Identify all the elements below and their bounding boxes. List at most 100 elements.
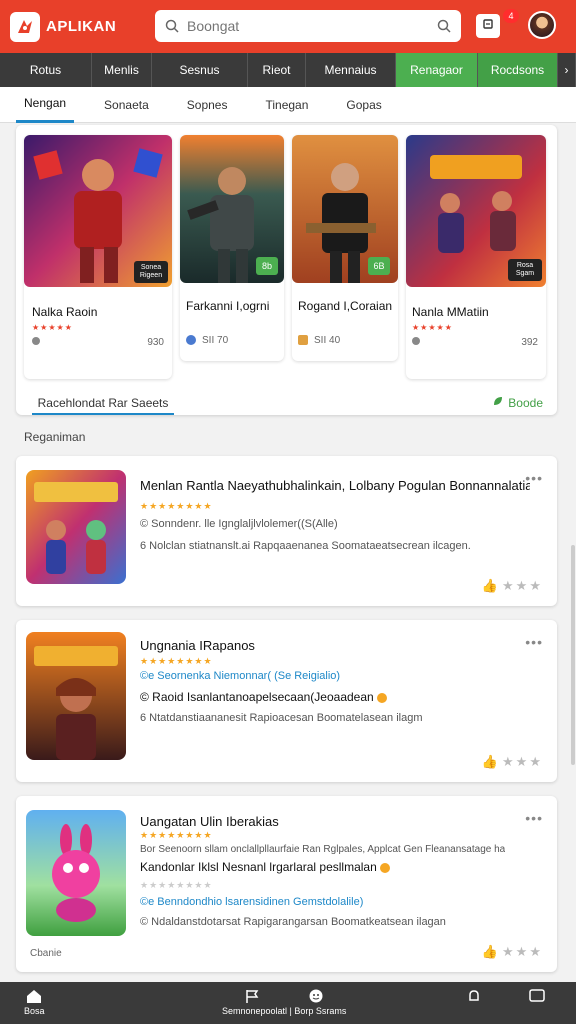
coin-icon [376, 692, 387, 703]
tab[interactable]: Sonaeta [96, 87, 157, 123]
user-avatar[interactable] [528, 11, 556, 39]
game-subtitle: Kandonlar Iklsl Nesnanl lrgarlaral pesll… [140, 860, 390, 874]
nav-center[interactable]: Semnonepoolatl | Borp Ssrams [222, 988, 346, 1016]
app-logo[interactable]: APLIKAN [10, 11, 150, 42]
game-thumbnail [26, 810, 126, 936]
tab[interactable]: Tinegan [257, 87, 316, 123]
home-icon [25, 988, 43, 1006]
category-item[interactable]: Rotus [0, 53, 92, 87]
game-thumbnail [26, 470, 126, 584]
smiley-icon [308, 988, 324, 1006]
featured-card[interactable]: Rosa Sgam Nanla MMatiin ★★★★★ 392 [406, 135, 546, 379]
game-title: Nalka Raoin [32, 305, 98, 319]
thumbs-up-icon: 👍 [481, 754, 501, 769]
tab-active[interactable]: Nengan [16, 87, 75, 123]
rating-stars: ★★★★★★★★ [140, 501, 213, 511]
logo-mark-icon [10, 11, 40, 42]
game-title: Uangatan Ulin Iberakias [140, 814, 279, 829]
game-subtitle: © Raoid Isanlantanoapelsecaan(Jeoaadean [140, 690, 387, 704]
list-item[interactable]: Uangatan Ulin Iberakias ★★★★★★★★ Bor See… [16, 796, 557, 972]
featured-card[interactable]: 6B Rogand I,Coraian SII 40 [292, 135, 398, 361]
list-item[interactable]: Menlan Rantla Naeyathubhalinkain, Lolban… [16, 456, 557, 606]
platform-icon [412, 337, 420, 345]
game-title: Ungnania IRapanos [140, 638, 255, 653]
platform-icon [32, 337, 40, 345]
game-publisher: ©e Seornenka Niemonnar( (Se Reigialio) [140, 670, 341, 682]
more-label: Boode [508, 395, 543, 410]
card-footer-label: Cbanie [30, 948, 62, 959]
game-thumbnail [26, 632, 126, 760]
user-rating[interactable]: 👍 ★★★ [482, 578, 543, 594]
game-badge: 8b [256, 257, 278, 275]
category-item[interactable]: Menlis [92, 53, 152, 87]
game-meta: SII 70 [202, 335, 229, 346]
list-item[interactable]: Ungnania IRapanos ★★★★★★★★ ©e Seornenka … [16, 620, 557, 782]
game-badge: Rosa Sgam [508, 259, 542, 281]
game-meta: SII 40 [314, 335, 341, 346]
platform-icon [298, 335, 308, 345]
coin-icon [379, 862, 390, 873]
game-title: Rogand I,Coraian [298, 299, 393, 313]
game-publisher: ©e Benndondhio lsarensidinen Gemstdolali… [140, 896, 364, 908]
nav-messages[interactable] [528, 988, 546, 1006]
nav-center-label: Semnonepoolatl | Borp Ssrams [222, 1006, 347, 1016]
category-item-active[interactable]: Renagaor [396, 53, 478, 87]
tab[interactable]: Gopas [338, 87, 389, 123]
rating-stars: ★★★★★ [412, 323, 453, 332]
category-item-active[interactable]: Rocdsons [478, 53, 558, 87]
category-more-icon[interactable]: › [558, 53, 576, 87]
rating-stars-empty: ★★★ [502, 754, 543, 769]
cart-count-badge: 4 [503, 9, 519, 23]
user-rating[interactable]: 👍 ★★★ [482, 754, 543, 770]
tab[interactable]: Sopnes [179, 87, 236, 123]
featured-card[interactable]: Sonea Rigeen Nalka Raoin ★★★★★ 930 [24, 135, 172, 379]
more-options-icon[interactable]: ••• [525, 634, 543, 650]
category-item[interactable]: Mennaius [306, 53, 396, 87]
platform-icon [186, 335, 196, 345]
category-nav: Rotus Menlis Sesnus Rieot Mennaius Renag… [0, 53, 576, 87]
nav-home-label: Bosa [24, 1006, 45, 1016]
section-title: Reganiman [24, 430, 86, 444]
nav-notifications[interactable] [466, 988, 482, 1006]
more-options-icon[interactable]: ••• [525, 810, 543, 826]
category-item[interactable]: Rieot [248, 53, 306, 87]
game-badge: 6B [368, 257, 390, 275]
rating-stars-empty: ★★★ [502, 578, 543, 593]
cart-button[interactable] [476, 14, 500, 38]
featured-tab[interactable]: Racehlondat Rar Saeets [32, 393, 174, 415]
featured-more-link[interactable]: Boode [492, 395, 543, 410]
search-bar[interactable] [155, 10, 461, 42]
game-title: Menlan Rantla Naeyathubhalinkain, Lolban… [140, 478, 530, 493]
chat-icon [528, 988, 546, 1006]
bottom-nav: Bosa Semnonepoolatl | Borp Ssrams [0, 982, 576, 1024]
featured-card[interactable]: 8b Farkanni I,ogrni SII 70 [180, 135, 284, 361]
search-submit-icon[interactable] [437, 19, 451, 33]
thumbs-up-icon: 👍 [481, 944, 501, 959]
rating-stars: ★★★★★★★★ [140, 830, 213, 840]
category-item[interactable]: Sesnus [152, 53, 248, 87]
game-title: Farkanni I,ogrni [186, 299, 270, 313]
search-input[interactable] [187, 18, 437, 34]
rating-stars-grey: ★★★★★★★★ [140, 880, 213, 890]
game-publisher: © Sonndenr. lle Ignglaljlvlolemer((S(All… [140, 518, 338, 530]
more-options-icon[interactable]: ••• [525, 470, 543, 486]
nav-home[interactable]: Bosa [24, 988, 45, 1016]
top-bar: APLIKAN 4 [0, 0, 576, 53]
search-icon [165, 19, 179, 33]
game-description: © Ndaldanstdotarsat Rapigarangarsan Boom… [140, 916, 446, 928]
game-badge: Sonea Rigeen [134, 261, 168, 283]
rating-stars-empty: ★★★ [502, 944, 543, 959]
featured-carousel: Sonea Rigeen Nalka Raoin ★★★★★ 930 8b Fa… [16, 125, 557, 415]
logo-text: APLIKAN [46, 18, 117, 35]
flag-icon [244, 988, 260, 1006]
user-rating[interactable]: 👍 ★★★ [482, 944, 543, 960]
nav-center-icons [244, 988, 324, 1006]
rating-stars: ★★★★★ [32, 323, 73, 332]
scrollbar[interactable] [571, 545, 575, 765]
game-description: Bor Seenoorn sllam onclallpllaurfaie Ran… [140, 844, 506, 855]
sub-tabs: Nengan Sonaeta Sopnes Tinegan Gopas [0, 87, 576, 123]
game-description: 6 Ntatdanstiaananesit Rapioacesan Boomat… [140, 712, 423, 724]
game-description: 6 Nolclan stiatnanslt.ai Rapqaaenanea So… [140, 540, 471, 552]
leaf-icon [492, 395, 504, 410]
bell-icon [466, 988, 482, 1006]
